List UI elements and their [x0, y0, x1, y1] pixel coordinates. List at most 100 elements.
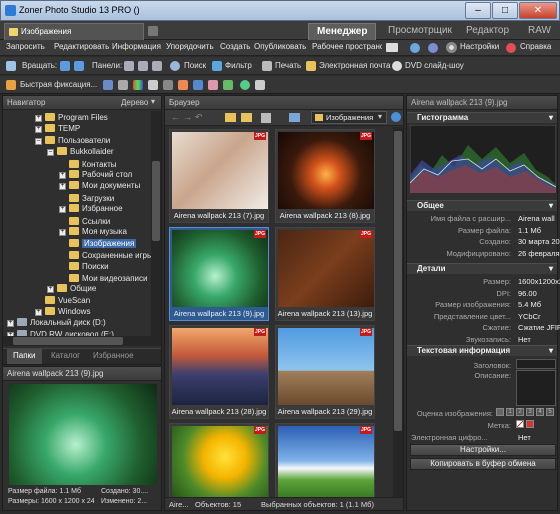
tree-item[interactable]: + TEMP — [35, 124, 80, 135]
expand-icon[interactable]: + — [35, 126, 42, 134]
folder-combo[interactable]: Изображения ▾ — [311, 111, 387, 124]
tab-viewer[interactable]: Просмотрщик — [380, 23, 460, 40]
panel-bottom-icon[interactable] — [138, 61, 148, 71]
frame-icon[interactable] — [208, 80, 218, 90]
thumbnail-item[interactable]: JPG Airena wallpack 213 (13).jpg — [275, 227, 375, 321]
magic-wand-icon[interactable] — [6, 80, 16, 90]
general-section-header[interactable]: Общее ▾ — [407, 200, 557, 211]
tree-item[interactable]: – Пользователи — [35, 135, 110, 147]
tree-item[interactable]: + Моя музыка — [59, 227, 127, 238]
rating-3[interactable]: 3 — [526, 408, 534, 416]
collapse-icon[interactable]: – — [47, 149, 54, 157]
settings-button[interactable]: Настройки... — [410, 444, 556, 456]
tree-hscroll-thumb[interactable] — [13, 337, 123, 345]
refresh-icon[interactable] — [391, 112, 401, 122]
search-button[interactable]: Поиск — [184, 61, 206, 70]
filter-icon[interactable] — [212, 61, 222, 71]
tree-item[interactable]: + Windows — [35, 306, 90, 318]
panel-right-icon[interactable] — [152, 61, 162, 71]
thumbnail-item[interactable]: JPG Airena wallpack 213 (28).jpg — [169, 325, 269, 419]
menu-create[interactable]: Создать — [220, 42, 250, 51]
tree-item[interactable]: Сохраненные игры — [59, 250, 151, 261]
print-button[interactable]: Печать — [275, 61, 301, 70]
expand-icon[interactable]: + — [47, 286, 54, 293]
thumbnail-item[interactable]: JPGAirena wallpack 213 (31).jpg — [275, 423, 375, 497]
tree-item[interactable]: Мои видеозаписи — [59, 273, 147, 284]
tree-item[interactable]: – Bukkollaider — [47, 147, 114, 158]
rating-clear-button[interactable] — [496, 408, 504, 416]
rotate-left-icon[interactable] — [60, 61, 70, 71]
tree-item[interactable]: + Рабочий стол — [59, 170, 132, 181]
histogram-section-header[interactable]: Гистограмма ▾ — [407, 112, 557, 123]
effects-icon[interactable] — [178, 80, 188, 90]
forward-icon[interactable]: → — [183, 112, 192, 122]
folder-up-icon[interactable] — [225, 113, 236, 122]
tab-manager[interactable]: Менеджер — [308, 23, 377, 40]
quick-fix-button[interactable]: Быстрая фиксация... — [20, 80, 97, 89]
help-icon[interactable] — [506, 43, 516, 53]
email-button[interactable]: Электронная почта — [319, 61, 390, 70]
resize-icon[interactable] — [193, 80, 203, 90]
tree-item[interactable]: Ссылки — [59, 216, 110, 227]
sharpen-icon[interactable] — [163, 80, 173, 90]
menu-edit[interactable]: Редактировать — [54, 42, 109, 51]
thumbnail-item[interactable]: JPG Airena wallpack 213 (29).jpg — [275, 325, 375, 419]
menu-query[interactable]: Запросить — [6, 42, 45, 51]
edit-tab-icon[interactable] — [148, 26, 158, 36]
expand-icon[interactable]: + — [59, 229, 66, 236]
new-folder-icon[interactable] — [241, 113, 252, 122]
thumbnail-item[interactable]: JPGAirena wallpack 213 (30).jpg — [169, 423, 269, 497]
label-none-swatch[interactable] — [516, 420, 524, 428]
adjust-icon[interactable] — [103, 80, 113, 90]
info-icon[interactable] — [428, 43, 438, 53]
tab-folders[interactable]: Папки — [7, 349, 42, 364]
expand-icon[interactable]: + — [35, 308, 42, 316]
chevron-down-icon[interactable]: ▾ — [151, 97, 155, 106]
rating-2[interactable]: 2 — [516, 408, 524, 416]
view-grid-icon[interactable] — [289, 113, 300, 122]
rating-1[interactable]: 1 — [506, 408, 514, 416]
expand-icon[interactable]: + — [59, 206, 66, 214]
tab-editor[interactable]: Редактор — [458, 23, 517, 40]
document-tab[interactable]: Изображения — [4, 23, 144, 40]
browser-scrollbar[interactable] — [393, 127, 403, 497]
filter-button[interactable]: Фильтр — [225, 61, 252, 70]
menu-info[interactable]: Информация — [112, 42, 161, 51]
history-icon[interactable]: ↶ — [195, 112, 203, 123]
menu-help[interactable]: Справка — [520, 42, 551, 51]
print-icon[interactable] — [262, 61, 272, 71]
dvd-icon[interactable] — [392, 61, 402, 71]
menu-publish[interactable]: Опубликовать — [254, 42, 306, 51]
thumbnail-item[interactable]: JPG Airena wallpack 213 (8).jpg — [275, 129, 375, 223]
label-red-swatch[interactable] — [526, 420, 534, 428]
tree-hscrollbar[interactable] — [3, 336, 161, 346]
expand-icon[interactable]: + — [59, 172, 66, 179]
menu-workspace[interactable]: Рабочее пространство — [312, 42, 382, 51]
tree-scrollbar[interactable] — [151, 111, 161, 336]
tree-scroll-thumb[interactable] — [152, 161, 160, 241]
close-button[interactable]: ✕ — [519, 2, 557, 19]
description-input[interactable] — [516, 370, 556, 406]
tab-favorites[interactable]: Избранное — [93, 351, 134, 360]
thumbnail-item[interactable]: JPG Airena wallpack 213 (9).jpg — [169, 227, 269, 321]
camera-icon[interactable] — [6, 61, 16, 71]
tree-item[interactable]: + Избранное — [59, 204, 123, 215]
tree-item[interactable]: + Мои документы — [59, 181, 140, 192]
heading-input[interactable] — [516, 359, 556, 369]
crop-icon[interactable] — [118, 80, 128, 90]
rating-5[interactable]: 5 — [546, 408, 554, 416]
expand-icon[interactable]: + — [59, 183, 66, 191]
gear-icon[interactable] — [446, 42, 457, 53]
tree-item[interactable]: Изображения — [59, 238, 137, 249]
dvd-slideshow-button[interactable]: DVD слайд-шоу — [405, 61, 464, 70]
tab-catalog[interactable]: Каталог — [51, 351, 80, 360]
text-info-section-header[interactable]: Текстовая информация ▾ — [407, 345, 557, 356]
more-icon[interactable] — [255, 80, 265, 90]
email-icon[interactable] — [306, 61, 316, 71]
copy-to-clipboard-button[interactable]: Копировать в буфер обмена — [410, 458, 556, 470]
tree-item[interactable]: Поиски — [59, 261, 109, 272]
tree-item[interactable]: + Program Files — [35, 113, 108, 124]
search-icon[interactable] — [170, 61, 180, 71]
rotate-right-icon[interactable] — [74, 61, 84, 71]
tree-item[interactable]: + Общие — [47, 284, 96, 295]
